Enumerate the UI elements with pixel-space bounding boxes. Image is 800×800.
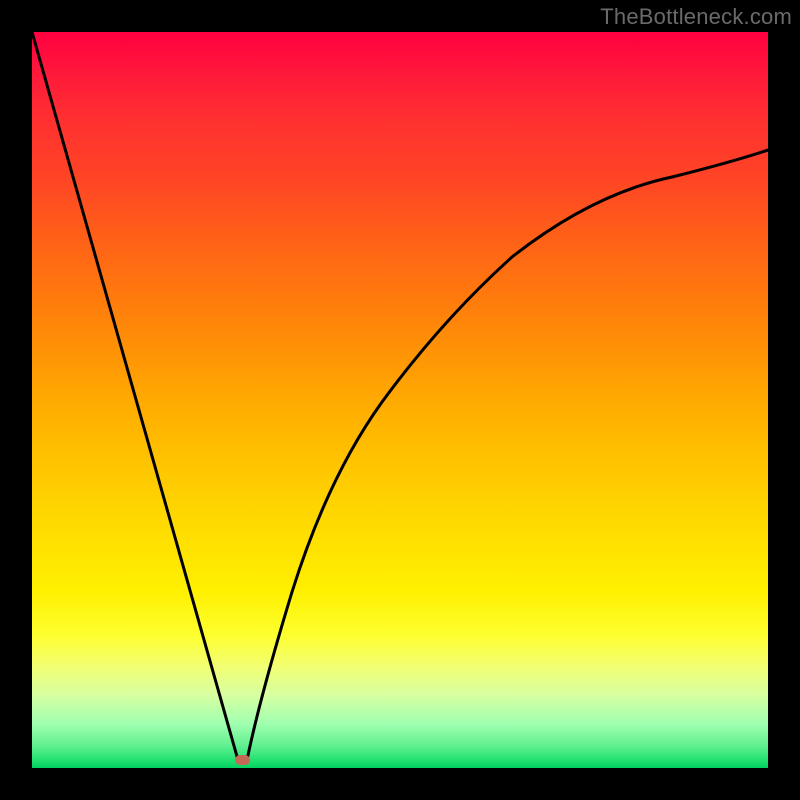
minimum-marker (235, 755, 250, 765)
bottleneck-curve (32, 32, 768, 768)
curve-left-branch (32, 32, 238, 760)
curve-right-branch (247, 150, 768, 760)
chart-frame: TheBottleneck.com (0, 0, 800, 800)
plot-area (32, 32, 768, 768)
watermark-text: TheBottleneck.com (600, 4, 792, 30)
